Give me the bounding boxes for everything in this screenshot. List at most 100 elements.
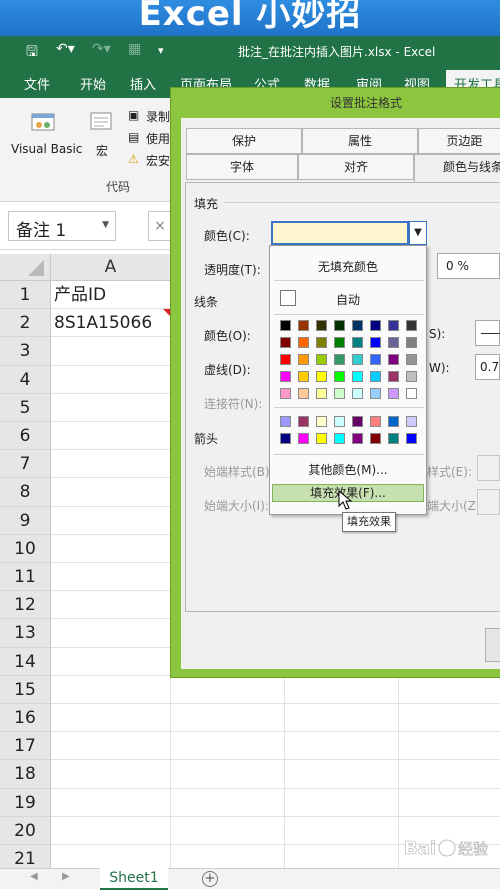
cell-a7[interactable] xyxy=(51,450,171,479)
chevron-down-icon[interactable]: ▼ xyxy=(102,220,109,230)
color-swatch[interactable] xyxy=(298,371,309,382)
row-header[interactable]: 16 xyxy=(0,704,51,733)
row-header[interactable]: 19 xyxy=(0,788,51,817)
macro-security-icon[interactable]: ⚠ xyxy=(128,152,139,166)
tab-font[interactable]: 字体 xyxy=(186,154,298,180)
automatic-color-option[interactable]: 自动 xyxy=(336,291,360,308)
color-swatch[interactable] xyxy=(316,416,327,427)
undo-icon[interactable]: ↶▾ xyxy=(56,41,75,57)
quick-access-item-icon[interactable]: ▦ xyxy=(128,41,141,57)
use-relative-reference-button[interactable]: 使用 xyxy=(146,130,170,147)
ok-button[interactable] xyxy=(485,628,500,662)
tab-insert[interactable]: 插入 xyxy=(130,74,156,93)
grid-cell[interactable] xyxy=(399,704,500,733)
row-header[interactable]: 20 xyxy=(0,816,51,845)
color-swatch[interactable] xyxy=(334,416,345,427)
row-header[interactable]: 6 xyxy=(0,422,51,451)
color-swatch[interactable] xyxy=(370,371,381,382)
grid-cell[interactable] xyxy=(171,816,285,845)
row-header[interactable]: 1 xyxy=(0,281,51,310)
record-macro-button[interactable]: 录制 xyxy=(146,108,170,125)
color-swatch[interactable] xyxy=(334,320,345,331)
color-swatch[interactable] xyxy=(352,388,363,399)
color-swatch[interactable] xyxy=(298,320,309,331)
grid-cell[interactable] xyxy=(399,760,500,789)
cell-a8[interactable] xyxy=(51,478,171,507)
color-swatch[interactable] xyxy=(370,320,381,331)
grid-cell[interactable] xyxy=(285,760,399,789)
color-swatch[interactable] xyxy=(334,371,345,382)
automatic-color-swatch[interactable] xyxy=(280,290,296,306)
color-swatch[interactable] xyxy=(406,320,417,331)
add-sheet-icon[interactable]: + xyxy=(202,871,218,887)
weight-input[interactable]: 0.7 xyxy=(475,354,500,380)
row-header[interactable]: 8 xyxy=(0,478,51,507)
tab-protection[interactable]: 保护 xyxy=(186,128,302,154)
row-header[interactable]: 7 xyxy=(0,450,51,479)
transparency-input[interactable]: 0 % xyxy=(437,253,500,279)
line-style-select[interactable] xyxy=(475,320,500,346)
row-header[interactable]: 9 xyxy=(0,506,51,535)
more-colors-option[interactable]: 其他颜色(M)... xyxy=(270,461,426,478)
cell-a13[interactable] xyxy=(51,619,171,648)
no-fill-option[interactable]: 无填充颜色 xyxy=(270,258,426,275)
color-swatch[interactable] xyxy=(388,433,399,444)
color-swatch[interactable] xyxy=(316,371,327,382)
cell-a20[interactable] xyxy=(51,816,171,845)
color-swatch[interactable] xyxy=(406,337,417,348)
row-header[interactable]: 14 xyxy=(0,647,51,676)
relative-reference-icon[interactable]: ▤ xyxy=(128,130,139,144)
tab-properties[interactable]: 属性 xyxy=(302,128,418,154)
tab-colors-and-lines[interactable]: 颜色与线条 xyxy=(414,154,500,183)
color-swatch[interactable] xyxy=(370,416,381,427)
tab-home[interactable]: 开始 xyxy=(80,74,106,93)
grid-cell[interactable] xyxy=(171,788,285,817)
cell-a18[interactable] xyxy=(51,760,171,789)
macro-button[interactable]: 宏 xyxy=(96,142,108,159)
tab-alignment[interactable]: 对齐 xyxy=(298,154,414,180)
color-swatch[interactable] xyxy=(388,388,399,399)
cell-a9[interactable] xyxy=(51,506,171,535)
color-swatch[interactable] xyxy=(280,416,291,427)
color-swatch[interactable] xyxy=(316,388,327,399)
grid-cell[interactable] xyxy=(171,704,285,733)
color-swatch[interactable] xyxy=(334,388,345,399)
color-swatch[interactable] xyxy=(334,354,345,365)
row-header[interactable]: 11 xyxy=(0,563,51,592)
color-swatch[interactable] xyxy=(388,354,399,365)
grid-cell[interactable] xyxy=(171,675,285,704)
color-swatch[interactable] xyxy=(388,320,399,331)
row-header[interactable]: 12 xyxy=(0,591,51,620)
column-header-a[interactable]: A xyxy=(51,254,171,281)
color-swatch[interactable] xyxy=(316,354,327,365)
color-swatch[interactable] xyxy=(352,337,363,348)
color-swatch[interactable] xyxy=(280,433,291,444)
visual-basic-button[interactable]: Visual Basic xyxy=(11,142,82,156)
row-header[interactable]: 15 xyxy=(0,675,51,704)
color-swatch[interactable] xyxy=(406,354,417,365)
color-swatch[interactable] xyxy=(280,320,291,331)
customize-quick-access-icon[interactable]: ▾ xyxy=(158,44,164,57)
row-header[interactable]: 17 xyxy=(0,732,51,761)
row-header[interactable]: 2 xyxy=(0,309,51,338)
grid-cell[interactable] xyxy=(285,732,399,761)
end-size-select[interactable] xyxy=(477,489,500,515)
color-swatch[interactable] xyxy=(406,433,417,444)
color-swatch[interactable] xyxy=(352,416,363,427)
color-swatch[interactable] xyxy=(370,433,381,444)
record-macro-icon[interactable]: ▣ xyxy=(128,108,139,122)
chevron-down-icon[interactable]: ▼ xyxy=(409,221,427,245)
color-swatch[interactable] xyxy=(298,416,309,427)
grid-cell[interactable] xyxy=(399,732,500,761)
color-swatch[interactable] xyxy=(352,354,363,365)
color-swatch[interactable] xyxy=(370,354,381,365)
grid-cell[interactable] xyxy=(399,676,500,704)
grid-cell[interactable] xyxy=(171,732,285,761)
cell-a12[interactable] xyxy=(51,591,171,620)
row-header[interactable]: 13 xyxy=(0,619,51,648)
cell-a10[interactable] xyxy=(51,534,171,563)
cell-a11[interactable] xyxy=(51,563,171,592)
cell-a2[interactable]: 8S1A15066 xyxy=(51,309,171,338)
cell-a15[interactable] xyxy=(51,675,171,704)
cell-a16[interactable] xyxy=(51,704,171,733)
